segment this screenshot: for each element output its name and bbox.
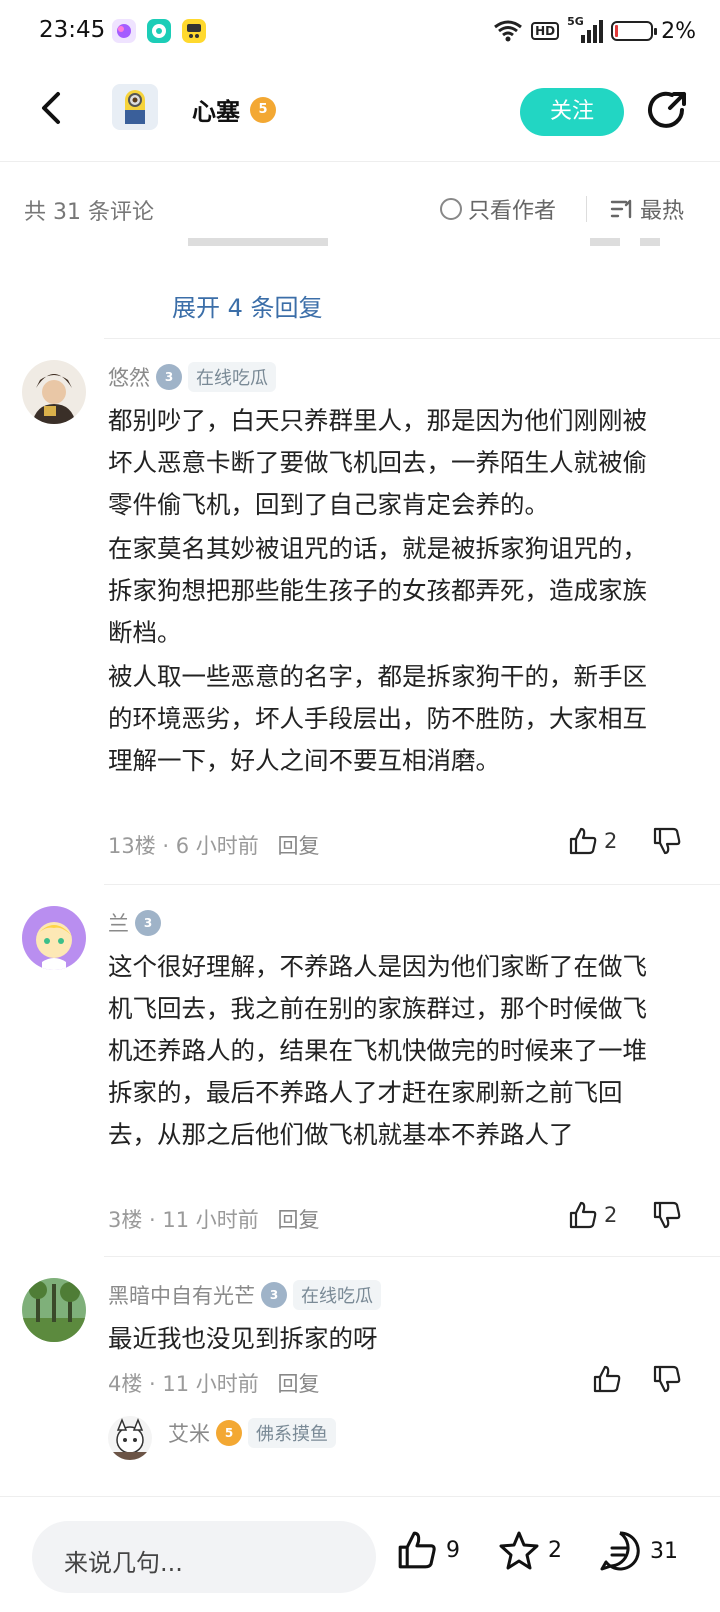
battery-percent: 2%: [661, 18, 696, 44]
bottom-action-bar: 来说几句... 9 2 31: [0, 1496, 720, 1612]
divider: [104, 338, 720, 339]
thumbs-down-icon: [653, 827, 681, 855]
sort-label: 最热: [640, 199, 685, 224]
signal-icon: 5G: [567, 15, 604, 43]
comment-count: 共 31 条评论: [24, 200, 154, 225]
comment-footer: 4楼 · 11 小时前 回复: [108, 1368, 319, 1398]
comment-text: 都别吵了，白天只养群里人，那是因为他们刚刚被坏人恶意卡断了要做飞机回去，一养陌生…: [108, 400, 668, 784]
comment-paragraph: 在家莫名其妙被诅咒的话，就是被拆家狗诅咒的，拆家狗想把那些能生孩子的女孩都弄死，…: [108, 534, 647, 647]
comments-button[interactable]: 31: [598, 1529, 678, 1573]
comment-filter-bar: 共 31 条评论 只看作者 最热: [0, 180, 720, 236]
user-tag: 在线吃瓜: [293, 1280, 381, 1310]
comment-text: 这个很好理解，不养路人是因为他们家断了在做飞机飞回去，我之前在别的家族群过，那个…: [108, 946, 668, 1158]
floor-time: 3楼 · 11 小时前: [108, 1208, 259, 1232]
comment-input[interactable]: 来说几句...: [32, 1521, 376, 1593]
thumbs-down-icon: [653, 1201, 681, 1229]
replier-avatar[interactable]: [108, 1416, 152, 1460]
like-button[interactable]: 2: [568, 826, 617, 856]
dislike-button[interactable]: [652, 1200, 682, 1234]
comment-total: 31: [650, 1538, 678, 1564]
thumbs-up-icon: [569, 1201, 597, 1229]
commenter-avatar[interactable]: [22, 906, 86, 970]
like-button[interactable]: [592, 1364, 622, 1394]
user-tag: 在线吃瓜: [188, 362, 276, 392]
thumbs-down-icon: [653, 1365, 681, 1393]
post-header: 心塞 5 关注: [0, 66, 720, 162]
commenter-avatar[interactable]: [22, 360, 86, 424]
like-count: 2: [604, 829, 618, 853]
sort-icon: [610, 199, 632, 219]
star-icon: [499, 1531, 539, 1570]
comment-footer: 3楼 · 11 小时前 回复: [108, 1204, 319, 1234]
comment-meta: 兰 3: [108, 908, 161, 938]
commenter-name[interactable]: 黑暗中自有光芒: [108, 1280, 255, 1310]
post-like-count: 9: [446, 1537, 460, 1563]
share-button[interactable]: [644, 86, 692, 134]
reply-button[interactable]: 回复: [277, 834, 319, 858]
app-badge-teal-icon: [147, 19, 171, 43]
favorite-count: 2: [548, 1537, 562, 1563]
thumbs-up-icon: [569, 827, 597, 855]
comment-meta: 悠然 3 在线吃瓜: [108, 362, 276, 392]
sort-button[interactable]: 最热: [610, 193, 684, 225]
author-only-toggle[interactable]: 只看作者: [440, 193, 556, 225]
user-tag: 佛系摸鱼: [248, 1418, 336, 1448]
reply-meta: 艾米 5 佛系摸鱼: [168, 1418, 336, 1448]
expand-replies-link[interactable]: 展开 4 条回复: [172, 288, 323, 323]
comment-input-placeholder: 来说几句...: [64, 1549, 183, 1577]
app-badge-purple-icon: [112, 19, 136, 43]
share-icon: [648, 91, 686, 128]
divider: [104, 1256, 720, 1257]
back-button[interactable]: [30, 86, 74, 130]
thumbs-up-icon: [593, 1365, 621, 1393]
system-icons: HD 5G 2%: [493, 15, 696, 46]
comment-text: 最近我也没见到拆家的呀: [108, 1318, 668, 1362]
comment-paragraph: 都别吵了，白天只养群里人，那是因为他们刚刚被坏人恶意卡断了要做飞机回去，一养陌生…: [108, 406, 647, 519]
comment-paragraph: 这个很好理解，不养路人是因为他们家断了在做飞机飞回去，我之前在别的家族群过，那个…: [108, 952, 647, 1149]
battery-icon: [611, 21, 658, 41]
like-button[interactable]: 2: [568, 1200, 617, 1230]
app-badge-yellow-icon: [182, 19, 206, 43]
radio-circle-icon: [440, 198, 462, 220]
comment-bubble-icon: [600, 1531, 640, 1571]
hd-icon: HD: [531, 22, 560, 40]
favorite-button[interactable]: 2: [498, 1529, 562, 1571]
level-badge: 3: [156, 364, 182, 390]
divider: [104, 884, 720, 885]
reply-button[interactable]: 回复: [277, 1208, 319, 1232]
author-avatar[interactable]: [112, 84, 158, 130]
level-badge: 3: [261, 1282, 287, 1308]
floor-time: 13楼 · 6 小时前: [108, 834, 259, 858]
level-badge: 3: [135, 910, 161, 936]
like-count: 2: [604, 1203, 618, 1227]
back-icon: [42, 92, 60, 124]
comment-paragraph: 被人取一些恶意的名字，都是拆家狗干的，新手区的环境恶劣，坏人手段层出，防不胜防，…: [108, 662, 647, 775]
post-like-button[interactable]: 9: [396, 1529, 460, 1571]
reply-button[interactable]: 回复: [277, 1372, 319, 1396]
network-type: 5G: [567, 15, 584, 28]
comment-meta: 黑暗中自有光芒 3 在线吃瓜: [108, 1280, 381, 1310]
commenter-name[interactable]: 悠然: [108, 362, 150, 392]
comment-footer: 13楼 · 6 小时前 回复: [108, 830, 319, 860]
status-bar: 23:45 HD 5G 2%: [0, 0, 720, 66]
author-only-label: 只看作者: [468, 199, 557, 224]
thumbs-up-icon: [398, 1531, 436, 1569]
wifi-icon: [494, 20, 522, 42]
floor-time: 4楼 · 11 小时前: [108, 1372, 259, 1396]
dislike-button[interactable]: [652, 826, 682, 860]
level-badge: 5: [216, 1420, 242, 1446]
comment-paragraph: 最近我也没见到拆家的呀: [108, 1324, 378, 1353]
dislike-button[interactable]: [652, 1364, 682, 1398]
status-time: 23:45: [39, 17, 106, 43]
follow-button[interactable]: 关注: [520, 88, 624, 136]
author-name[interactable]: 心塞: [192, 92, 240, 127]
replier-name[interactable]: 艾米: [168, 1418, 210, 1448]
scrolled-off-content: [0, 236, 720, 256]
author-level-badge: 5: [250, 97, 276, 123]
commenter-name[interactable]: 兰: [108, 908, 129, 938]
divider: [586, 196, 587, 222]
commenter-avatar[interactable]: [22, 1278, 86, 1342]
